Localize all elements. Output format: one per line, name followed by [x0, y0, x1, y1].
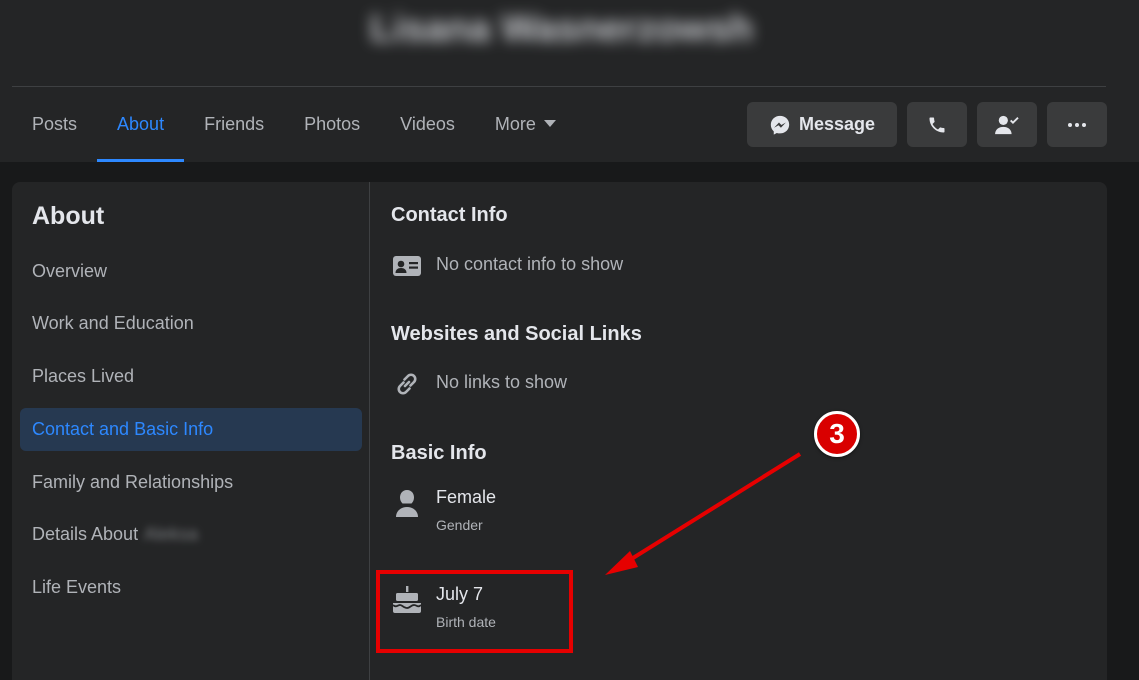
- step-number-badge: 3: [814, 411, 860, 457]
- annotation-arrow: [605, 452, 802, 575]
